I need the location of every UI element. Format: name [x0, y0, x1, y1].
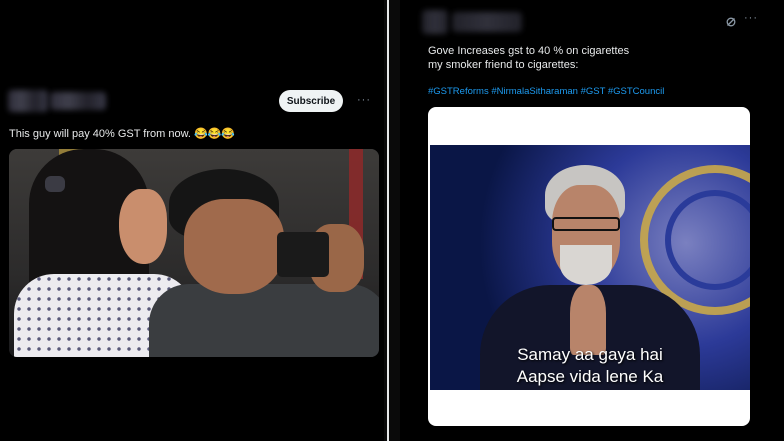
avatar[interactable]	[8, 90, 48, 112]
left-post: Subscribe ··· This guy will pay 40% GST …	[0, 0, 384, 441]
subscribe-button[interactable]: Subscribe	[279, 90, 343, 112]
tweet-text: This guy will pay 40% GST from now. 😂😂😂	[9, 128, 236, 140]
meme-caption-line1: Samay aa gaya hai	[517, 345, 663, 364]
tweet-text-line2: my smoker friend to cigarettes:	[428, 59, 579, 71]
meme-caption-line2: Aapse vida lene Ka	[516, 367, 664, 386]
avatar[interactable]	[422, 10, 448, 34]
meme-image[interactable]: Samay aa gaya hai Aapse vida lene Ka	[430, 145, 750, 390]
divider	[384, 0, 400, 441]
username-blurred[interactable]	[50, 92, 106, 110]
more-options-icon[interactable]: ···	[357, 94, 371, 106]
username-blurred[interactable]	[452, 12, 522, 32]
hashtags[interactable]: #GSTReforms #NirmalaSitharaman #GST #GST…	[428, 86, 664, 97]
grok-icon[interactable]	[726, 14, 736, 27]
more-options-icon[interactable]: ···	[744, 12, 758, 24]
tweet-text-line1: Gove Increases gst to 40 % on cigarettes	[428, 45, 630, 57]
tweet-media-image[interactable]	[9, 149, 379, 357]
